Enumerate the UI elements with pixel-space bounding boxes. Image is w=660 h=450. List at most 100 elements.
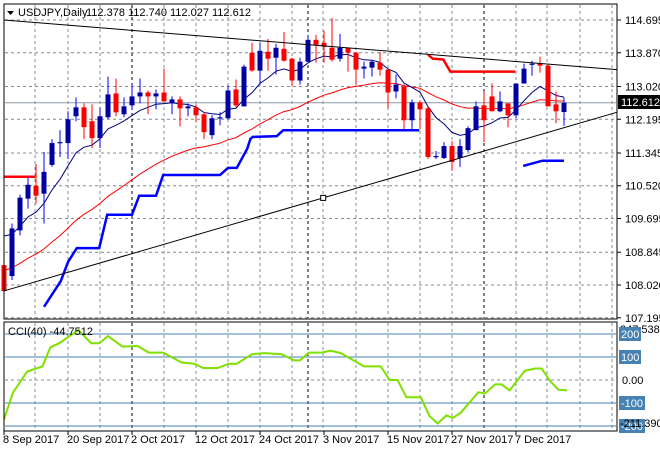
price-tick-label: 107.195 bbox=[625, 313, 660, 325]
bullish-candle bbox=[521, 63, 527, 84]
bullish-candle bbox=[497, 91, 503, 113]
bullish-candle bbox=[49, 139, 55, 167]
candle-body bbox=[193, 107, 199, 116]
bearish-candle bbox=[329, 18, 335, 62]
price-tick-label: 108.845 bbox=[625, 247, 660, 259]
bullish-candle bbox=[225, 85, 231, 120]
ohlc-values: 112.378 112.740 112.027 112.612 bbox=[86, 7, 251, 19]
candle-body bbox=[249, 52, 255, 71]
candle-body bbox=[169, 99, 175, 104]
candle-body bbox=[161, 92, 167, 102]
bearish-candle bbox=[33, 163, 39, 204]
price-tick-label: 113.870 bbox=[625, 48, 660, 60]
bearish-candle bbox=[177, 96, 183, 127]
bearish-candle bbox=[249, 42, 255, 72]
time-tick-label: 20 Sep 2017 bbox=[67, 434, 129, 446]
price-tick-label: 111.345 bbox=[625, 148, 660, 160]
bearish-candle bbox=[113, 78, 119, 117]
candle-body bbox=[473, 106, 479, 131]
lower-trendline bbox=[3, 111, 617, 292]
fast-moving-average-line bbox=[3, 53, 565, 237]
candle-body bbox=[417, 102, 423, 110]
price-chart[interactable]: 114.695 113.870 113.020 112.195 111.345 110.5… bbox=[0, 0, 660, 450]
candle-body bbox=[137, 92, 143, 97]
candle-body bbox=[17, 197, 23, 231]
bearish-candle bbox=[545, 64, 551, 107]
bearish-candle bbox=[481, 91, 487, 143]
bullish-candle bbox=[305, 35, 311, 62]
candle-body bbox=[401, 86, 407, 121]
bullish-candle bbox=[65, 111, 71, 159]
time-tick-label: 2 Oct 2017 bbox=[131, 434, 185, 446]
candle-body bbox=[561, 102, 567, 112]
time-tick-label: 12 Oct 2017 bbox=[195, 434, 255, 446]
candle-body bbox=[201, 114, 207, 133]
bullish-candle bbox=[105, 76, 111, 120]
cci-panel-border bbox=[3, 321, 618, 432]
candle-body bbox=[441, 146, 447, 158]
bullish-candle bbox=[457, 139, 463, 167]
candle-body bbox=[337, 47, 343, 59]
bullish-candle bbox=[441, 142, 447, 159]
bullish-candle bbox=[561, 97, 567, 126]
indicator-overlays bbox=[3, 53, 565, 308]
bearish-candle bbox=[449, 141, 455, 171]
candle-body bbox=[129, 96, 135, 106]
bearish-candle bbox=[321, 30, 327, 63]
candle-body bbox=[545, 65, 551, 107]
price-tick-label: 114.695 bbox=[625, 15, 660, 27]
candle-body bbox=[553, 104, 559, 112]
bullish-candle bbox=[297, 57, 303, 85]
time-tick-label: 24 Oct 2017 bbox=[259, 434, 319, 446]
bullish-candle bbox=[465, 126, 471, 153]
candle-body bbox=[241, 66, 247, 107]
price-tick-label: 112.195 bbox=[625, 114, 660, 126]
cci-zero-label: 0.00 bbox=[622, 375, 643, 387]
bullish-candle bbox=[97, 107, 103, 149]
slow-moving-average-line bbox=[3, 82, 565, 271]
bullish-candle bbox=[25, 176, 31, 209]
candle-body bbox=[33, 185, 39, 196]
candle-body bbox=[73, 107, 79, 117]
bullish-candle bbox=[473, 101, 479, 131]
candle-body bbox=[81, 107, 87, 128]
candle-body bbox=[297, 61, 303, 81]
cci-series-line bbox=[3, 328, 568, 425]
bullish-candle bbox=[73, 97, 79, 122]
period-separators bbox=[131, 5, 485, 430]
candle-body bbox=[353, 52, 359, 70]
bullish-candle bbox=[409, 99, 415, 130]
cci-label: CCI(40) -44.7512 bbox=[8, 326, 93, 338]
candle-body bbox=[457, 146, 463, 158]
cci-level-label: 200 bbox=[621, 329, 639, 341]
candle-body bbox=[497, 101, 503, 112]
time-tick-label: 27 Nov 2017 bbox=[451, 434, 513, 446]
symbol-timeframe: USDJPY,Daily bbox=[18, 7, 88, 19]
candle-body bbox=[65, 119, 71, 144]
candle-body bbox=[225, 90, 231, 119]
bullish-candle bbox=[209, 115, 215, 140]
candle-body bbox=[329, 47, 335, 60]
time-tick-label: 15 Nov 2017 bbox=[387, 434, 449, 446]
candle-body bbox=[97, 116, 103, 139]
price-tick-label: 110.520 bbox=[625, 181, 660, 193]
price-tick-label: 113.020 bbox=[625, 81, 660, 93]
dropdown-triangle-icon[interactable] bbox=[7, 11, 14, 15]
candle-body bbox=[425, 108, 431, 157]
time-axis: 8 Sep 2017 20 Sep 2017 2 Oct 2017 12 Oct 20… bbox=[3, 431, 571, 446]
candle-body bbox=[289, 58, 295, 81]
bearish-candle bbox=[281, 31, 287, 62]
candle-body bbox=[505, 103, 511, 116]
candle-body bbox=[489, 96, 495, 112]
bullish-candle bbox=[137, 78, 143, 104]
bearish-candle bbox=[537, 56, 543, 73]
bullish-candle bbox=[433, 151, 439, 159]
bullish-candle bbox=[9, 223, 15, 281]
candle-body bbox=[369, 61, 375, 68]
bearish-candle bbox=[417, 100, 423, 130]
cci-level-label: 100 bbox=[621, 352, 639, 364]
candle-body bbox=[393, 84, 399, 92]
trendline-handle bbox=[320, 194, 327, 201]
candle-body bbox=[433, 155, 439, 158]
bearish-candle bbox=[89, 104, 95, 149]
